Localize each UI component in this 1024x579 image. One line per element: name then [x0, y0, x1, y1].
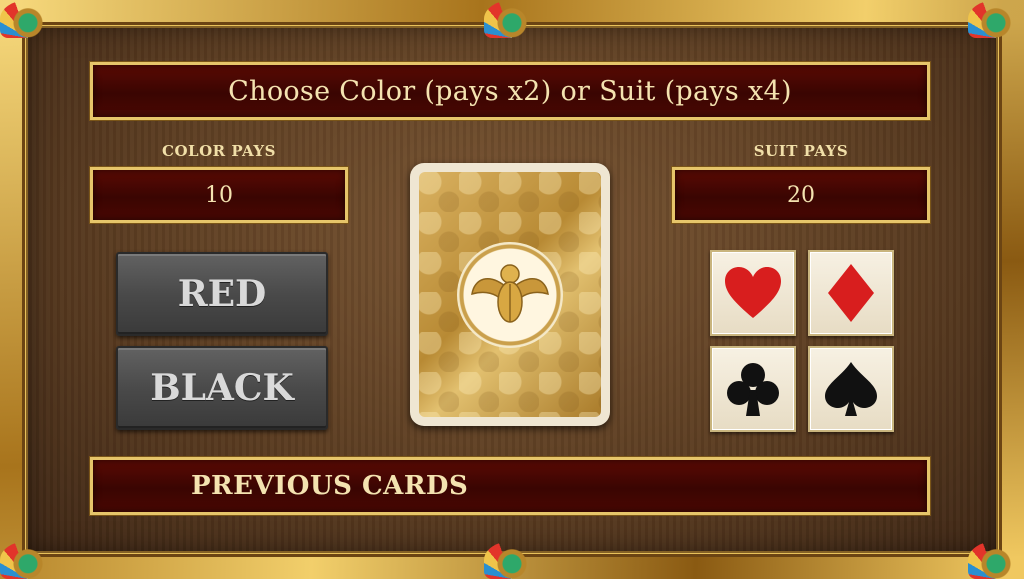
- heart-icon: [725, 267, 781, 318]
- previous-cards-panel: PREVIOUS CARDS: [90, 457, 930, 515]
- spades-button[interactable]: [808, 346, 894, 432]
- suit-pays-value: 20: [787, 182, 815, 208]
- instruction-banner: Choose Color (pays x2) or Suit (pays x4): [90, 62, 930, 120]
- corner-ornament-icon: [968, 541, 1024, 579]
- diamonds-button[interactable]: [808, 250, 894, 336]
- corner-ornament-icon: [0, 541, 56, 579]
- club-icon: [727, 363, 779, 416]
- color-pays-value: 10: [205, 182, 233, 208]
- suit-pays-label: SUIT PAYS: [753, 142, 849, 160]
- corner-ornament-icon: [484, 0, 540, 38]
- card-emblem: [457, 241, 563, 348]
- face-down-card: [410, 163, 610, 426]
- instruction-text: Choose Color (pays x2) or Suit (pays x4): [228, 75, 792, 107]
- hearts-button[interactable]: [710, 250, 796, 336]
- clubs-button[interactable]: [710, 346, 796, 432]
- corner-ornament-icon: [484, 541, 540, 579]
- red-button[interactable]: RED: [116, 252, 328, 336]
- color-pays-label: COLOR PAYS: [162, 142, 276, 160]
- color-pays-value-box: 10: [90, 167, 348, 223]
- scarab-icon: [471, 263, 549, 323]
- diamond-icon: [828, 264, 874, 322]
- corner-ornament-icon: [0, 0, 56, 38]
- black-button[interactable]: BLACK: [116, 346, 328, 430]
- spade-icon: [825, 362, 877, 416]
- card-back: [419, 172, 601, 417]
- suit-pays-value-box: 20: [672, 167, 930, 223]
- corner-ornament-icon: [968, 0, 1024, 38]
- previous-cards-label: PREVIOUS CARDS: [191, 471, 469, 501]
